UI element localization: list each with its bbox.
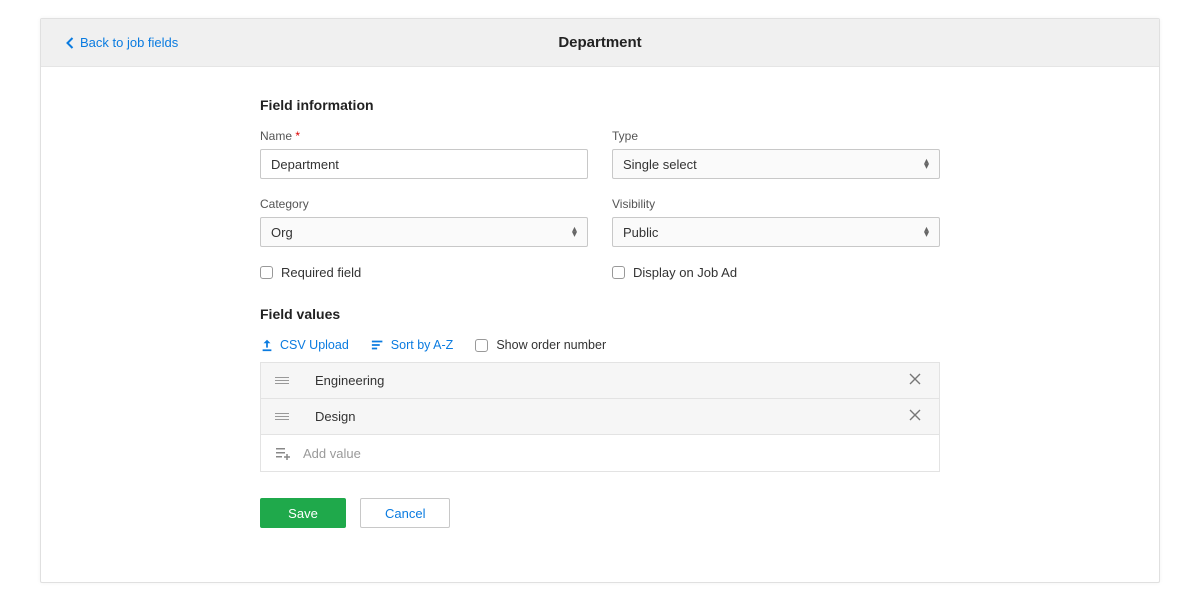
select-arrows-icon: ▴▾: [924, 227, 929, 237]
cancel-button[interactable]: Cancel: [360, 498, 450, 528]
visibility-label: Visibility: [612, 197, 940, 211]
field-values-heading: Field values: [260, 306, 940, 322]
field-info-grid: Name * Department Type Single select ▴▾ …: [260, 129, 940, 280]
button-row: Save Cancel: [260, 498, 940, 528]
type-field: Type Single select ▴▾: [612, 129, 940, 179]
field-info-heading: Field information: [260, 97, 940, 113]
sort-icon: [371, 338, 385, 352]
drag-handle-icon[interactable]: [275, 413, 293, 420]
required-checkbox-row: Required field: [260, 265, 588, 280]
order-checkbox-label: Show order number: [496, 338, 606, 352]
page-panel: Back to job fields Department Field info…: [40, 18, 1160, 583]
display-checkbox-label: Display on Job Ad: [633, 265, 737, 280]
close-icon: [909, 373, 921, 385]
value-label: Engineering: [315, 373, 905, 388]
page-title: Department: [558, 34, 641, 51]
close-icon: [909, 409, 921, 421]
required-checkbox-label: Required field: [281, 265, 361, 280]
add-value-row[interactable]: Add value: [261, 435, 939, 471]
save-button[interactable]: Save: [260, 498, 346, 528]
sort-label: Sort by A-Z: [391, 338, 454, 352]
select-arrows-icon: ▴▾: [572, 227, 577, 237]
name-input[interactable]: Department: [260, 149, 588, 179]
visibility-select[interactable]: Public ▴▾: [612, 217, 940, 247]
type-select[interactable]: Single select ▴▾: [612, 149, 940, 179]
field-values-section: Field values CSV Upload Sort by A-Z: [260, 306, 940, 472]
content: Field information Name * Department Type…: [260, 67, 940, 528]
value-row: Engineering: [261, 363, 939, 399]
delete-value-button[interactable]: [905, 408, 925, 426]
required-checkbox[interactable]: [260, 266, 273, 279]
category-field: Category Org ▴▾: [260, 197, 588, 247]
order-checkbox[interactable]: [475, 339, 488, 352]
add-list-icon: [275, 446, 293, 460]
topbar: Back to job fields Department: [41, 19, 1159, 67]
display-checkbox-row: Display on Job Ad: [612, 265, 940, 280]
delete-value-button[interactable]: [905, 372, 925, 390]
add-value-placeholder: Add value: [303, 446, 361, 461]
values-list: Engineering Design: [260, 362, 940, 472]
select-arrows-icon: ▴▾: [924, 159, 929, 169]
back-link[interactable]: Back to job fields: [41, 35, 178, 50]
value-label: Design: [315, 409, 905, 424]
visibility-field: Visibility Public ▴▾: [612, 197, 940, 247]
category-select[interactable]: Org ▴▾: [260, 217, 588, 247]
csv-upload-label: CSV Upload: [280, 338, 349, 352]
name-label: Name *: [260, 129, 588, 143]
name-field: Name * Department: [260, 129, 588, 179]
display-checkbox[interactable]: [612, 266, 625, 279]
csv-upload-button[interactable]: CSV Upload: [260, 338, 349, 352]
upload-icon: [260, 338, 274, 352]
values-toolbar: CSV Upload Sort by A-Z Show order number: [260, 338, 940, 352]
order-checkbox-row: Show order number: [475, 338, 606, 352]
sort-button[interactable]: Sort by A-Z: [371, 338, 454, 352]
chevron-left-icon: [65, 37, 74, 49]
value-row: Design: [261, 399, 939, 435]
type-label: Type: [612, 129, 940, 143]
drag-handle-icon[interactable]: [275, 377, 293, 384]
back-link-label: Back to job fields: [80, 35, 178, 50]
required-asterisk: *: [295, 129, 300, 143]
category-label: Category: [260, 197, 588, 211]
